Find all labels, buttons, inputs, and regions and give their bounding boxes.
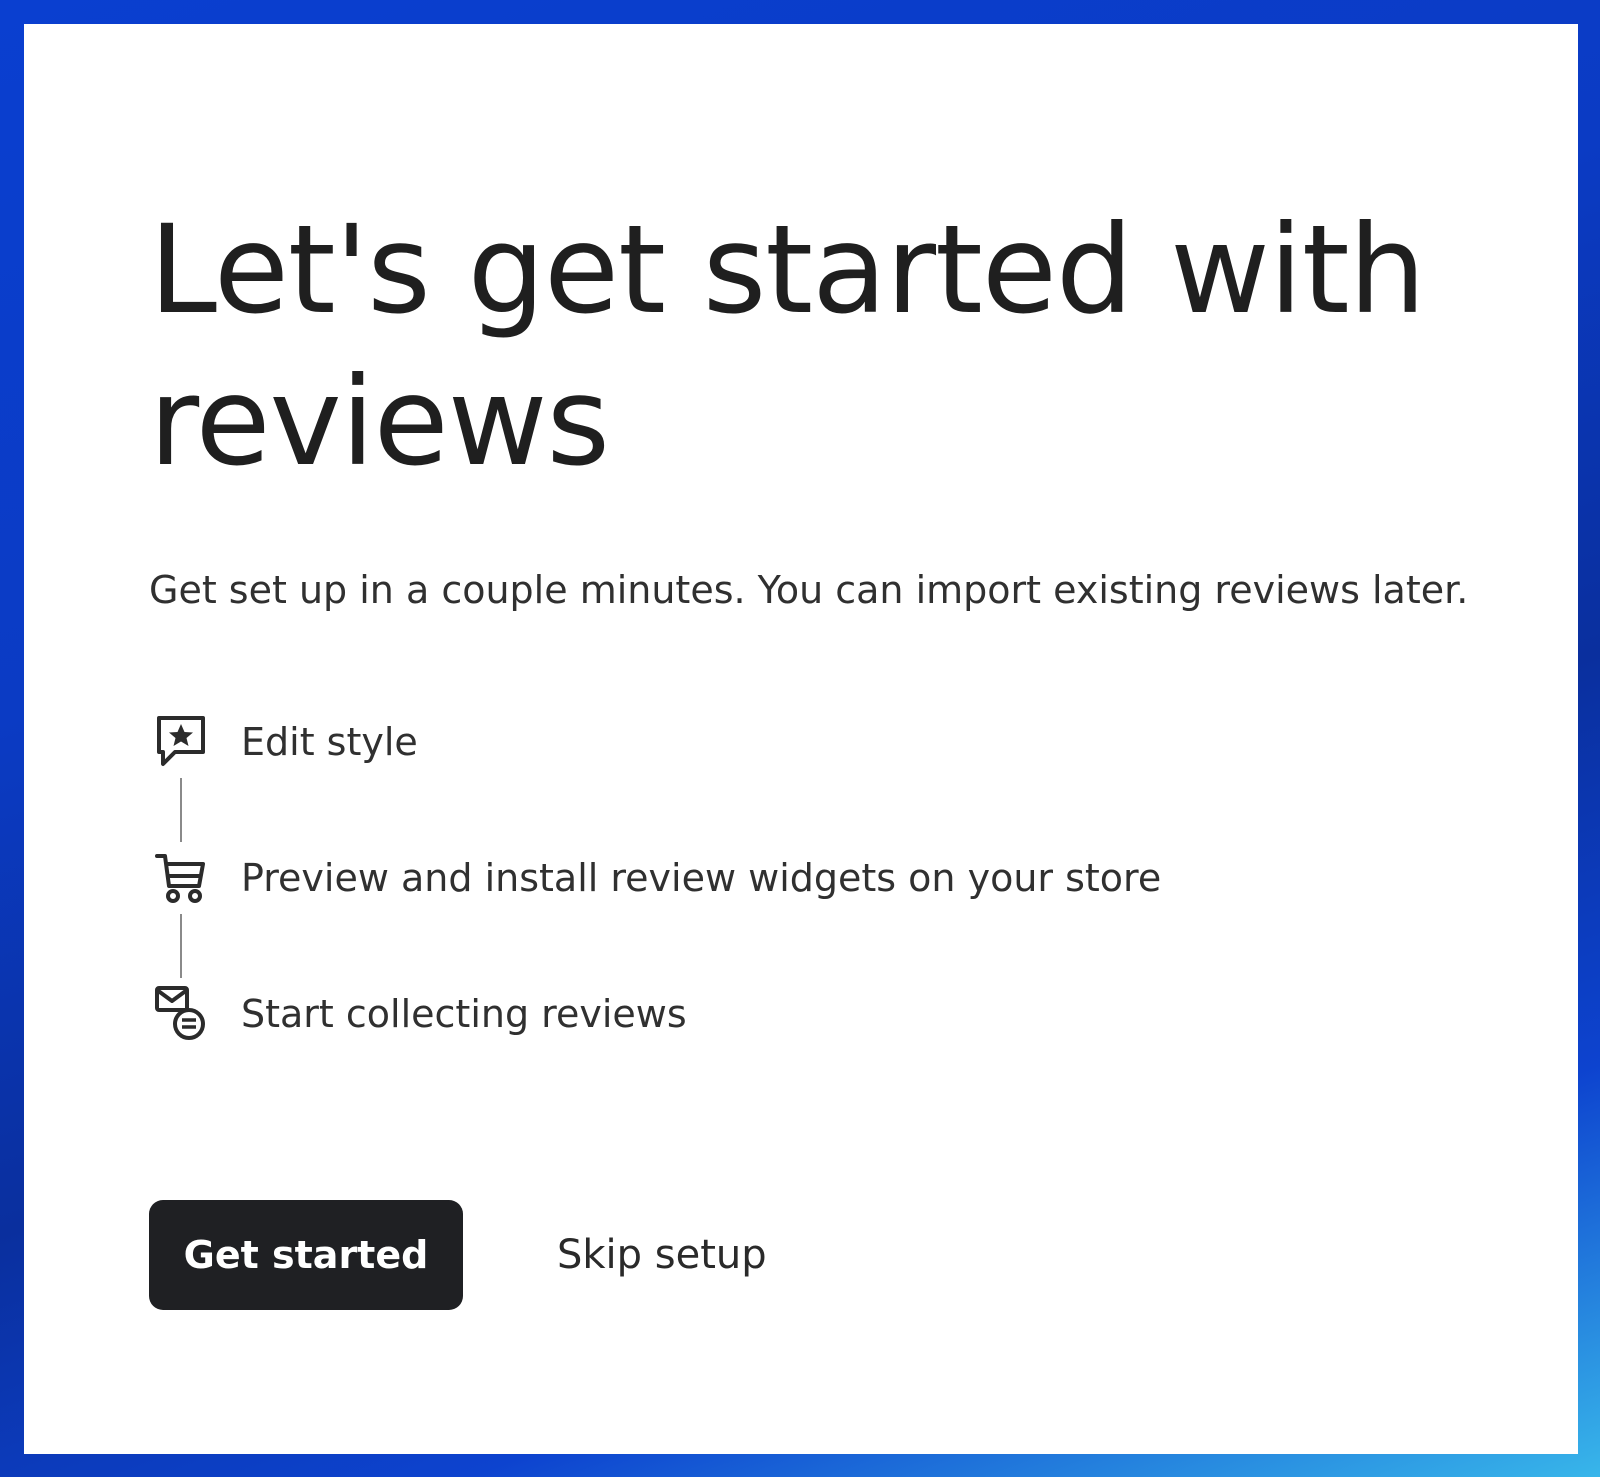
setup-step-start-collecting: Start collecting reviews xyxy=(149,984,1349,1120)
step-label: Preview and install review widgets on yo… xyxy=(241,856,1162,900)
step-label: Start collecting reviews xyxy=(241,992,687,1036)
step-connector xyxy=(180,778,182,842)
setup-steps-list: Edit style Preview and install review wi… xyxy=(149,712,1349,1120)
onboarding-content: Let's get started with reviews Get set u… xyxy=(149,194,1529,1310)
get-started-button[interactable]: Get started xyxy=(149,1200,463,1310)
skip-setup-button[interactable]: Skip setup xyxy=(557,1200,767,1310)
page-title-line1: Let's get started with xyxy=(149,199,1426,341)
onboarding-card: Let's get started with reviews Get set u… xyxy=(24,24,1578,1454)
page-title: Let's get started with reviews xyxy=(149,194,1529,498)
setup-step-preview-install: Preview and install review widgets on yo… xyxy=(149,848,1349,984)
shopping-cart-icon xyxy=(153,848,209,908)
onboarding-actions: Get started Skip setup xyxy=(149,1200,1049,1310)
page-subtitle: Get set up in a couple minutes. You can … xyxy=(149,568,1469,612)
step-label: Edit style xyxy=(241,720,418,764)
mail-chat-icon xyxy=(153,984,209,1044)
star-chat-bubble-icon xyxy=(153,712,209,772)
setup-step-edit-style: Edit style xyxy=(149,712,1349,848)
page-title-line2: reviews xyxy=(149,351,610,493)
step-connector xyxy=(180,914,182,978)
